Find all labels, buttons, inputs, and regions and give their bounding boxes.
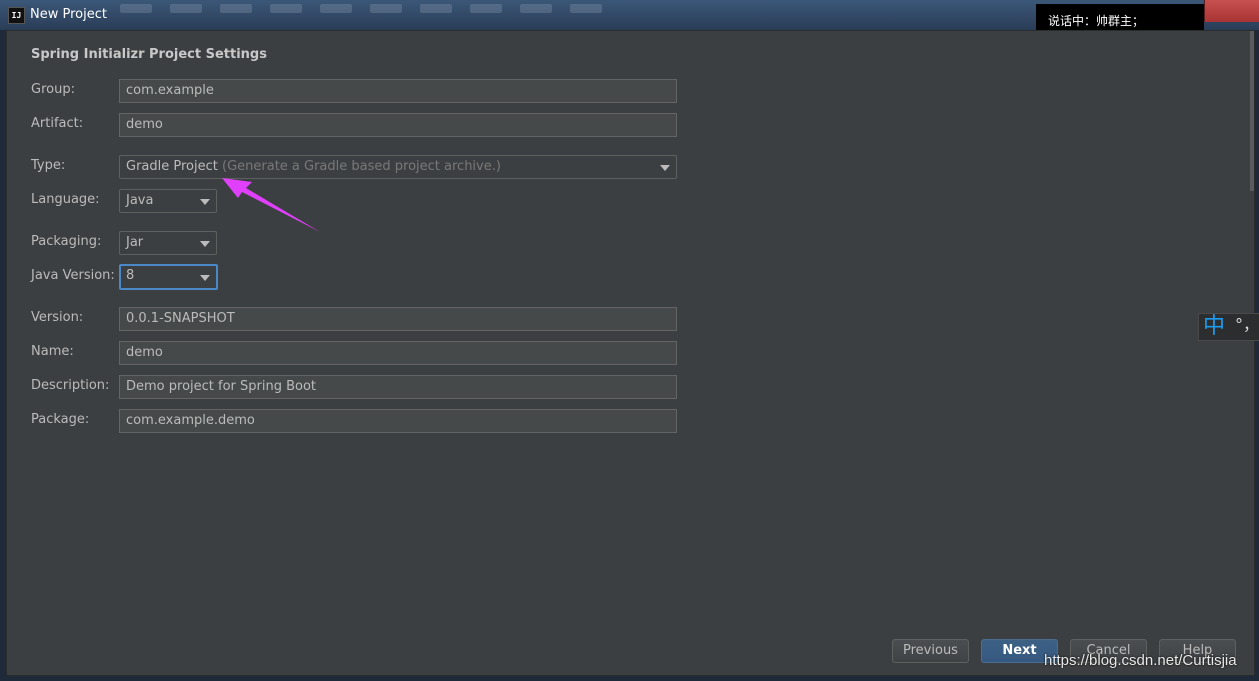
type-label: Type: bbox=[31, 158, 66, 173]
background-menu-bar bbox=[120, 4, 602, 18]
blog-watermark: https://blog.csdn.net/Curtisjia bbox=[1044, 652, 1237, 669]
window-title: New Project bbox=[30, 7, 107, 22]
package-label: Package: bbox=[31, 412, 90, 427]
ime-mode-indicator[interactable]: 中 bbox=[1203, 314, 1225, 340]
ime-punctuation-indicator[interactable]: °， bbox=[1235, 314, 1259, 336]
section-title: Spring Initializr Project Settings bbox=[31, 47, 267, 62]
java-version-dropdown[interactable]: 8 bbox=[119, 264, 218, 290]
version-label: Version: bbox=[31, 310, 84, 325]
java-version-value: 8 bbox=[126, 268, 135, 283]
package-field[interactable]: com.example.demo bbox=[119, 409, 677, 433]
ime-status-bar[interactable]: 中 °， bbox=[1198, 313, 1259, 341]
new-project-dialog: Spring Initializr Project Settings Group… bbox=[6, 30, 1255, 676]
chevron-down-icon bbox=[200, 275, 210, 281]
type-dropdown[interactable]: Gradle Project (Generate a Gradle based … bbox=[119, 155, 677, 179]
language-value: Java bbox=[126, 193, 154, 208]
language-label: Language: bbox=[31, 192, 100, 207]
packaging-value: Jar bbox=[126, 235, 144, 250]
dialog-edge-scrollbar[interactable] bbox=[1250, 31, 1254, 191]
previous-button[interactable]: Previous bbox=[892, 639, 969, 663]
chevron-down-icon bbox=[200, 199, 210, 205]
group-field[interactable]: com.example bbox=[119, 79, 677, 103]
language-dropdown[interactable]: Java bbox=[119, 189, 217, 213]
intellij-app-icon: IJ bbox=[8, 7, 25, 24]
description-field[interactable]: Demo project for Spring Boot bbox=[119, 375, 677, 399]
name-field[interactable]: demo bbox=[119, 341, 677, 365]
artifact-field[interactable]: demo bbox=[119, 113, 677, 137]
description-label: Description: bbox=[31, 378, 110, 393]
java-version-label: Java Version: bbox=[31, 268, 115, 283]
name-label: Name: bbox=[31, 344, 74, 359]
window-close-button[interactable] bbox=[1204, 0, 1259, 22]
group-label: Group: bbox=[31, 82, 75, 97]
chevron-down-icon bbox=[200, 241, 210, 247]
artifact-label: Artifact: bbox=[31, 116, 84, 131]
type-hint: (Generate a Gradle based project archive… bbox=[222, 159, 501, 174]
chevron-down-icon bbox=[660, 165, 670, 171]
packaging-dropdown[interactable]: Jar bbox=[119, 231, 217, 255]
type-value: Gradle Project bbox=[126, 159, 218, 174]
version-field[interactable]: 0.0.1-SNAPSHOT bbox=[119, 307, 677, 331]
packaging-label: Packaging: bbox=[31, 234, 102, 249]
